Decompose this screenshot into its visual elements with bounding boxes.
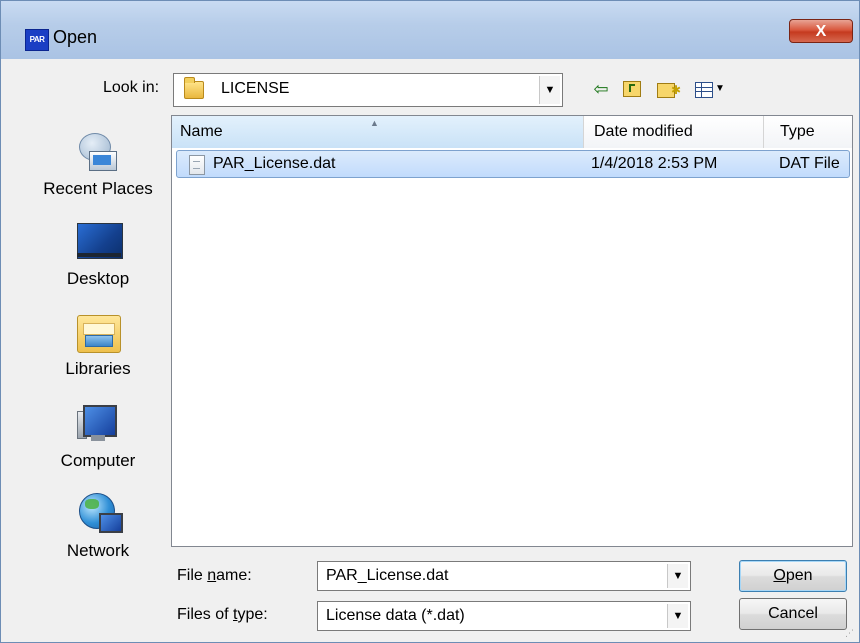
file-icon <box>189 155 205 175</box>
file-name-value: PAR_License.dat <box>326 567 449 584</box>
column-header-name[interactable]: ▲ Name <box>172 116 584 148</box>
look-in-dropdown[interactable]: LICENSE ▼ <box>173 73 563 107</box>
new-folder-icon[interactable]: ✱ <box>655 77 681 101</box>
column-header-label: Type <box>780 123 815 140</box>
column-header-date-modified[interactable]: Date modified <box>584 116 764 148</box>
column-header-label: Date modified <box>594 123 693 140</box>
place-label: Network <box>66 541 130 560</box>
chevron-down-icon[interactable]: ▼ <box>667 564 688 588</box>
file-name-cell: PAR_License.dat <box>213 155 336 172</box>
look-in-label: Look in: <box>103 79 160 96</box>
sort-ascending-icon: ▲ <box>370 118 379 128</box>
close-button[interactable]: X <box>789 19 853 43</box>
place-label: Computer <box>60 451 136 470</box>
dialog-title: Open <box>53 27 98 47</box>
file-type-label: Files of type: <box>177 606 268 623</box>
computer-icon <box>75 401 121 447</box>
libraries-icon <box>75 309 121 355</box>
place-label: Recent Places <box>43 179 153 198</box>
folder-icon <box>184 77 204 99</box>
place-network[interactable]: Network <box>31 491 165 561</box>
column-header-type[interactable]: Type <box>768 116 858 148</box>
app-icon: PAR <box>25 29 49 51</box>
column-header-label: Name <box>180 123 223 140</box>
cancel-button[interactable]: Cancel <box>739 598 847 630</box>
place-recent-places[interactable]: Recent Places <box>31 129 165 199</box>
file-list[interactable]: ▲ Name Date modified Type PAR_License.da… <box>171 115 853 547</box>
file-row[interactable]: PAR_License.dat 1/4/2018 2:53 PM DAT Fil… <box>176 150 850 178</box>
file-type-cell: DAT File <box>779 155 840 172</box>
view-menu-icon[interactable]: ▼ <box>691 77 729 101</box>
place-label: Libraries <box>65 359 131 378</box>
chevron-down-icon[interactable]: ▼ <box>667 604 688 628</box>
place-libraries[interactable]: Libraries <box>31 309 165 379</box>
file-type-value: License data (*.dat) <box>326 607 465 624</box>
look-in-value: LICENSE <box>221 80 290 97</box>
open-button[interactable]: Open <box>739 560 847 592</box>
file-name-label: File name: <box>177 567 252 584</box>
back-icon[interactable]: ⇦ <box>590 77 612 101</box>
recent-places-icon <box>75 129 121 175</box>
open-dialog: PAR Open X Look in: LICENSE ▼ ⇦ ✱ ▼ Rece… <box>0 0 860 643</box>
desktop-icon <box>75 219 123 265</box>
file-type-dropdown[interactable]: License data (*.dat) ▼ <box>317 601 691 631</box>
up-one-level-icon[interactable] <box>621 77 643 101</box>
place-desktop[interactable]: Desktop <box>31 219 165 289</box>
title-bar[interactable]: PAR Open X <box>1 1 859 59</box>
network-icon <box>75 491 123 537</box>
resize-grip[interactable]: ⋰ <box>845 628 855 639</box>
place-computer[interactable]: Computer <box>31 401 165 471</box>
place-label: Desktop <box>66 269 130 288</box>
file-name-input[interactable]: PAR_License.dat ▼ <box>317 561 691 591</box>
file-date-cell: 1/4/2018 2:53 PM <box>591 155 718 172</box>
chevron-down-icon[interactable]: ▼ <box>539 76 560 104</box>
places-bar: Recent Places Desktop Libraries Computer… <box>31 115 165 577</box>
column-header-row: ▲ Name Date modified Type <box>172 116 852 148</box>
